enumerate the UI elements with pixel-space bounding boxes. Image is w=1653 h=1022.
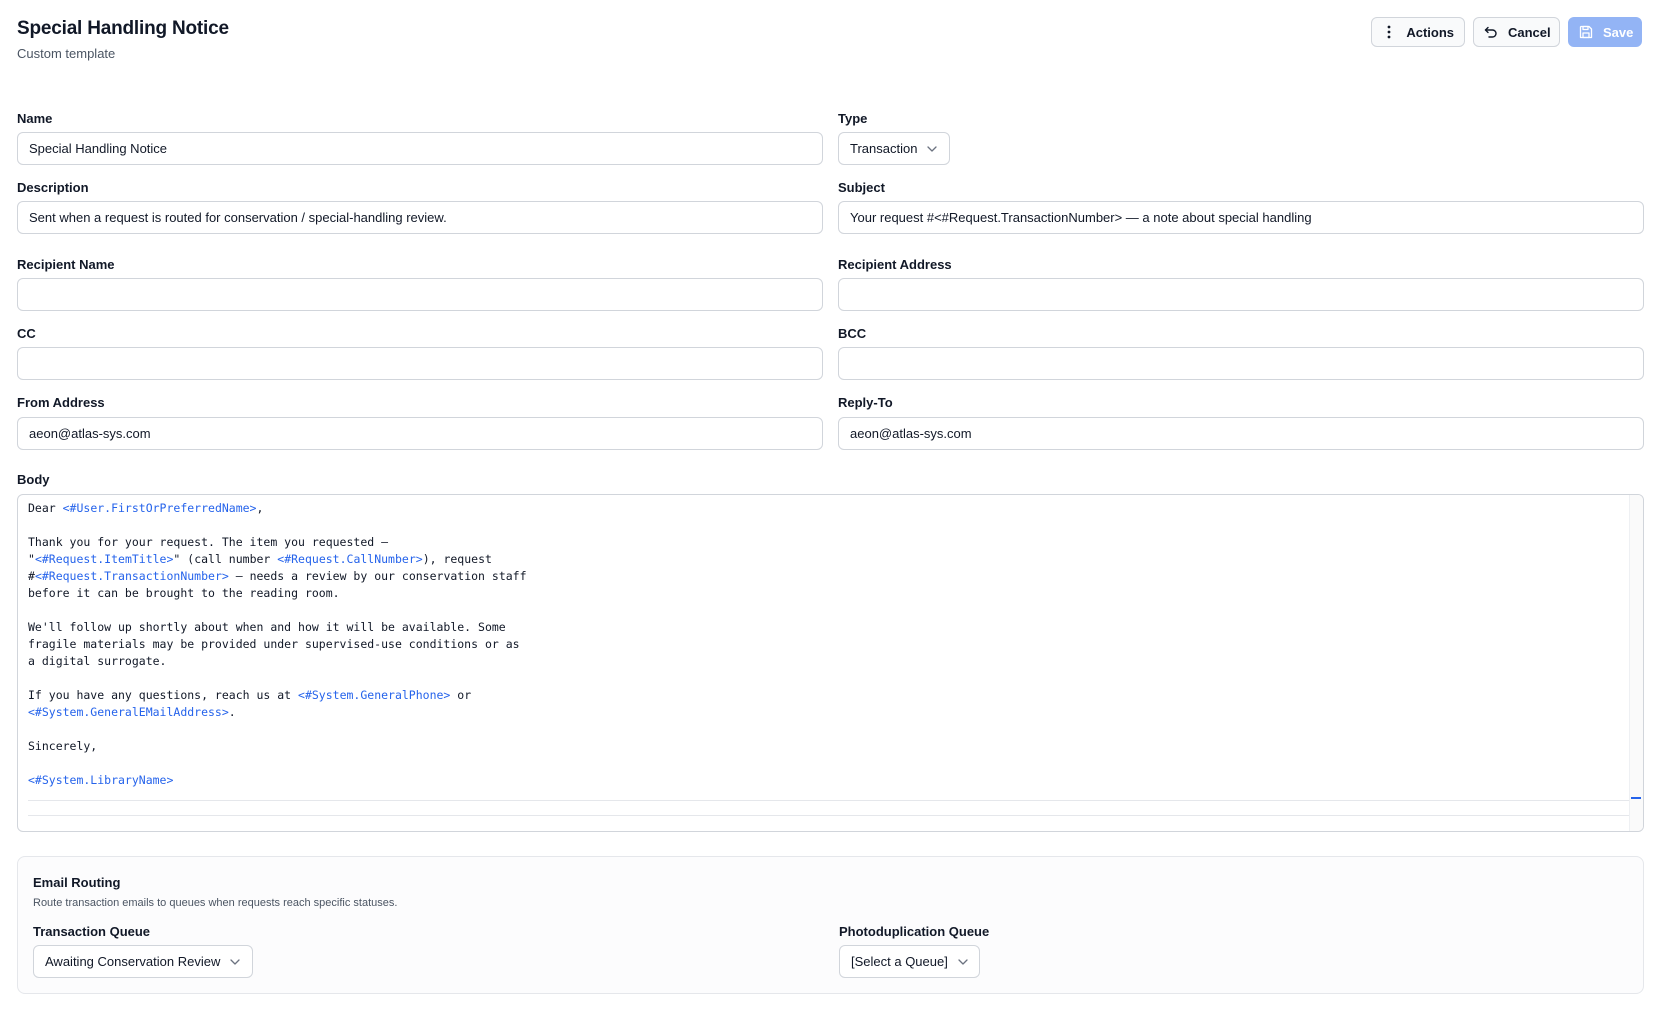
body-text-segment: — needs a review by our conservation sta… bbox=[228, 569, 527, 583]
type-value: Transaction bbox=[850, 141, 918, 156]
undo-icon bbox=[1484, 24, 1498, 40]
type-select[interactable]: Transaction bbox=[838, 132, 950, 165]
body-text-segment: " (call number bbox=[173, 552, 278, 566]
body-line: Thank you for your request. The item you… bbox=[28, 533, 527, 550]
merge-token: <#Request.CallNumber> bbox=[277, 552, 423, 566]
cc-input[interactable] bbox=[17, 347, 823, 380]
body-line: If you have any questions, reach us at <… bbox=[28, 686, 527, 703]
page-title: Special Handling Notice bbox=[17, 18, 229, 39]
kebab-menu-icon bbox=[1382, 24, 1396, 40]
body-editor[interactable]: Dear <#User.FirstOrPreferredName>, Thank … bbox=[17, 494, 1644, 832]
from-address-label: From Address bbox=[17, 395, 105, 410]
email-routing-title: Email Routing bbox=[33, 875, 121, 890]
type-label: Type bbox=[838, 111, 868, 126]
subject-value: Your request #<#Request.TransactionNumbe… bbox=[850, 210, 1312, 225]
merge-token: <#User.FirstOrPreferredName> bbox=[62, 501, 257, 515]
name-label: Name bbox=[17, 111, 53, 126]
merge-token: <#Request.ItemTitle> bbox=[34, 552, 174, 566]
merge-token: <#System.LibraryName> bbox=[28, 773, 174, 787]
toolbar: Actions Cancel Save bbox=[1371, 17, 1642, 47]
from-address-value: aeon@atlas-sys.com bbox=[29, 426, 151, 441]
body-line: Dear <#User.FirstOrPreferredName>, bbox=[28, 499, 527, 516]
editor-scroll-marker bbox=[1631, 797, 1641, 799]
chevron-down-icon bbox=[230, 958, 241, 965]
page-header: Special Handling Notice Custom template bbox=[17, 18, 229, 61]
body-line: #<#Request.TransactionNumber> — needs a … bbox=[28, 567, 527, 584]
description-value: Sent when a request is routed for conser… bbox=[29, 210, 447, 225]
body-line: <#System.GeneralEMailAddress>. bbox=[28, 703, 527, 720]
body-line bbox=[28, 601, 527, 618]
from-address-input[interactable]: aeon@atlas-sys.com bbox=[17, 417, 823, 450]
chevron-down-icon bbox=[958, 958, 968, 965]
body-text-segment: We'll follow up shortly about when and h… bbox=[28, 620, 506, 634]
save-button[interactable]: Save bbox=[1568, 17, 1642, 47]
body-line: <#System.LibraryName> bbox=[28, 771, 527, 788]
body-text-segment: , bbox=[256, 501, 264, 515]
transaction-queue-value: Awaiting Conservation Review bbox=[45, 954, 221, 969]
editor-cursor-line bbox=[28, 800, 1631, 816]
merge-token: <#System.GeneralPhone> bbox=[298, 688, 451, 702]
actions-button-label: Actions bbox=[1406, 24, 1454, 40]
save-icon bbox=[1579, 24, 1593, 40]
bcc-input[interactable] bbox=[838, 347, 1644, 380]
body-text-segment: If you have any questions, reach us at bbox=[28, 688, 299, 702]
description-label: Description bbox=[17, 180, 89, 195]
subject-label: Subject bbox=[838, 180, 885, 195]
cancel-button-label: Cancel bbox=[1508, 24, 1551, 40]
body-text-segment: Dear bbox=[28, 501, 63, 515]
body-line: before it can be brought to the reading … bbox=[28, 584, 527, 601]
description-input[interactable]: Sent when a request is routed for conser… bbox=[17, 201, 823, 234]
editor-scrollbar[interactable] bbox=[1629, 495, 1643, 831]
body-text-segment: before it can be brought to the reading … bbox=[28, 586, 340, 600]
actions-button[interactable]: Actions bbox=[1371, 17, 1465, 47]
body-line: "<#Request.ItemTitle>" (call number <#Re… bbox=[28, 550, 527, 567]
body-line: a digital surrogate. bbox=[28, 652, 527, 669]
bcc-label: BCC bbox=[838, 326, 867, 341]
transaction-queue-select[interactable]: Awaiting Conservation Review bbox=[33, 945, 253, 978]
recipient-name-label: Recipient Name bbox=[17, 257, 115, 272]
body-text-segment: Sincerely, bbox=[28, 739, 98, 753]
photoduplication-queue-label: Photoduplication Queue bbox=[839, 924, 990, 939]
page-subtitle: Custom template bbox=[17, 46, 116, 61]
body-line bbox=[28, 754, 527, 771]
body-text-segment: ), request bbox=[422, 552, 492, 566]
recipient-address-input[interactable] bbox=[838, 278, 1644, 311]
cancel-button[interactable]: Cancel bbox=[1473, 17, 1560, 47]
body-label: Body bbox=[17, 472, 50, 487]
subject-input[interactable]: Your request #<#Request.TransactionNumbe… bbox=[838, 201, 1644, 234]
body-text[interactable]: Dear <#User.FirstOrPreferredName>, Thank … bbox=[28, 499, 527, 788]
body-text-segment: " bbox=[28, 552, 35, 566]
body-line: Sincerely, bbox=[28, 737, 527, 754]
recipient-name-input[interactable] bbox=[17, 278, 823, 311]
name-input[interactable]: Special Handling Notice bbox=[17, 132, 823, 165]
chevron-down-icon bbox=[927, 145, 938, 152]
email-routing-description: Route transaction emails to queues when … bbox=[33, 897, 398, 909]
body-line bbox=[28, 669, 527, 686]
reply-to-label: Reply-To bbox=[838, 395, 893, 410]
save-button-label: Save bbox=[1603, 24, 1634, 40]
transaction-queue-label: Transaction Queue bbox=[33, 924, 151, 939]
reply-to-value: aeon@atlas-sys.com bbox=[850, 426, 972, 441]
body-text-segment: . bbox=[228, 705, 236, 719]
body-text-segment: a digital surrogate. bbox=[28, 654, 167, 668]
reply-to-input[interactable]: aeon@atlas-sys.com bbox=[838, 417, 1644, 450]
body-line bbox=[28, 720, 527, 737]
body-text-segment: # bbox=[28, 569, 35, 583]
cc-label: CC bbox=[17, 326, 36, 341]
merge-token: <#Request.TransactionNumber> bbox=[34, 569, 229, 583]
merge-token: <#System.GeneralEMailAddress> bbox=[28, 705, 229, 719]
body-line: fragile materials may be provided under … bbox=[28, 635, 527, 652]
body-text-segment: or bbox=[450, 688, 472, 702]
recipient-address-label: Recipient Address bbox=[838, 257, 952, 272]
body-line bbox=[28, 516, 527, 533]
body-text-segment: fragile materials may be provided under … bbox=[28, 637, 520, 651]
name-value: Special Handling Notice bbox=[29, 141, 168, 156]
photoduplication-queue-value: [Select a Queue] bbox=[851, 954, 948, 969]
photoduplication-queue-select[interactable]: [Select a Queue] bbox=[839, 945, 980, 978]
body-line: We'll follow up shortly about when and h… bbox=[28, 618, 527, 635]
email-routing-panel: Email Routing Route transaction emails t… bbox=[17, 856, 1644, 994]
body-text-segment: Thank you for your request. The item you… bbox=[28, 535, 389, 549]
